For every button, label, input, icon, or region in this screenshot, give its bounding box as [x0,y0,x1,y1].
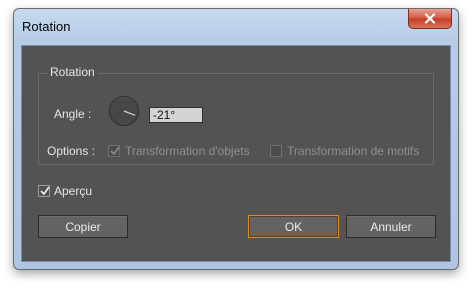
title-bar[interactable]: Rotation [14,9,458,45]
transform-patterns-checkbox[interactable] [270,145,282,157]
transform-objects-label: Transformation d'objets [125,144,250,158]
close-button[interactable] [408,9,452,29]
checkmark-icon [40,186,50,196]
window-title: Rotation [22,19,71,34]
rotation-group-legend: Rotation [47,65,98,79]
rotation-dialog-window: Rotation Rotation Angle : Options : [13,8,459,270]
copy-button[interactable]: Copier [38,215,128,238]
angle-dial-indicator-icon [123,110,136,116]
angle-dial[interactable] [109,96,139,126]
checkmark-icon [110,146,120,156]
options-label: Options : [47,144,96,158]
rotation-group: Rotation Angle : Options : Transformatio… [38,65,434,165]
transform-objects-checkbox[interactable] [108,145,120,157]
cancel-button[interactable]: Annuler [346,215,436,238]
preview-label: Aperçu [54,184,93,198]
preview-checkbox[interactable] [38,185,50,197]
dialog-body: Rotation Angle : Options : Transformatio… [21,45,451,262]
angle-input[interactable] [149,107,203,123]
ok-button[interactable]: OK [248,215,339,238]
close-icon [424,13,436,24]
transform-patterns-label: Transformation de motifs [287,144,420,158]
angle-label: Angle : [54,107,92,121]
